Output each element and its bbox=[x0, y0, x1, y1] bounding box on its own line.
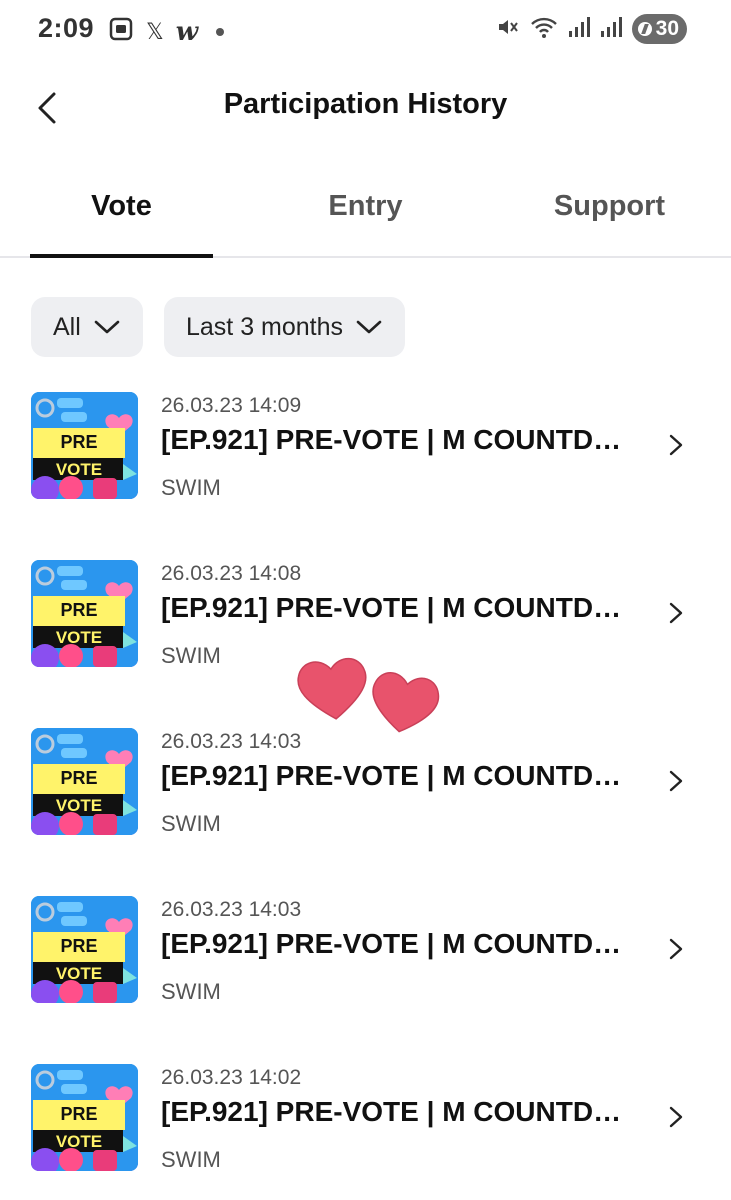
participation-history-screen: 2:09 𝕏 w 30 Participation History Vote E… bbox=[0, 0, 731, 1200]
app-header: Participation History bbox=[0, 62, 731, 152]
x-icon: 𝕏 bbox=[146, 18, 164, 44]
vote-thumbnail: PRE VOTE bbox=[31, 1064, 138, 1171]
item-title: [EP.921] PRE-VOTE | M COUNTDOWN bbox=[161, 760, 641, 791]
period-filter-label: Last 3 months bbox=[186, 312, 344, 341]
mute-icon bbox=[496, 15, 520, 44]
chevron-right-icon bbox=[669, 434, 683, 456]
item-date: 26.03.23 14:08 bbox=[161, 562, 302, 585]
status-system-icons: 30 bbox=[496, 14, 687, 44]
item-artist: SWIM bbox=[161, 811, 221, 836]
item-artist: SWIM bbox=[161, 643, 221, 668]
item-date: 26.03.23 14:09 bbox=[161, 394, 302, 417]
battery-level: 30 bbox=[655, 17, 679, 40]
item-title: [EP.921] PRE-VOTE | M COUNTDOWN bbox=[161, 424, 641, 455]
vote-thumbnail: PRE VOTE bbox=[31, 728, 138, 835]
type-filter-dropdown[interactable]: All bbox=[31, 297, 143, 357]
thumb-text-vote: VOTE bbox=[56, 964, 102, 983]
item-title: [EP.921] PRE-VOTE | M COUNTDOWN bbox=[161, 592, 641, 623]
chevron-right-icon bbox=[669, 938, 683, 960]
chevron-down-icon bbox=[356, 320, 382, 334]
thumb-text-pre: PRE bbox=[60, 936, 97, 956]
list-item[interactable]: PRE VOTE 26.03.23 14:09 [EP.921] PRE-VOT… bbox=[0, 392, 731, 502]
list-item[interactable]: PRE VOTE 26.03.23 14:03 [EP.921] PRE-VOT… bbox=[0, 896, 731, 1006]
status-bar: 2:09 𝕏 w 30 bbox=[0, 0, 731, 60]
item-date: 26.03.23 14:03 bbox=[161, 730, 302, 753]
tab-entry[interactable]: Entry bbox=[263, 190, 468, 256]
vote-thumbnail: PRE VOTE bbox=[31, 392, 138, 499]
active-tab-indicator bbox=[30, 254, 213, 258]
status-notification-icons: 𝕏 w bbox=[108, 16, 225, 47]
vote-thumbnail: PRE VOTE bbox=[31, 560, 138, 667]
item-artist: SWIM bbox=[161, 979, 221, 1004]
tab-support[interactable]: Support bbox=[508, 190, 711, 256]
page-title: Participation History bbox=[223, 88, 508, 120]
item-title: [EP.921] PRE-VOTE | M COUNTDOWN bbox=[161, 928, 641, 959]
status-time: 2:09 bbox=[38, 13, 95, 43]
thumb-text-pre: PRE bbox=[60, 1104, 97, 1124]
tab-vote[interactable]: Vote bbox=[30, 190, 213, 256]
thumb-text-vote: VOTE bbox=[56, 796, 102, 815]
heart-sticker-icon bbox=[297, 657, 367, 720]
list-item[interactable]: PRE VOTE 26.03.23 14:02 [EP.921] PRE-VOT… bbox=[0, 1064, 731, 1174]
item-artist: SWIM bbox=[161, 1147, 221, 1172]
item-title: [EP.921] PRE-VOTE | M COUNTDOWN bbox=[161, 1096, 641, 1127]
thumb-text-pre: PRE bbox=[60, 432, 97, 452]
chevron-right-icon bbox=[669, 770, 683, 792]
thumb-text-pre: PRE bbox=[60, 600, 97, 620]
item-date: 26.03.23 14:03 bbox=[161, 898, 302, 921]
battery-indicator: 30 bbox=[631, 14, 687, 44]
heart-sticker-icon bbox=[372, 671, 440, 733]
thumb-text-vote: VOTE bbox=[56, 628, 102, 647]
w-logo-icon: w bbox=[175, 16, 199, 47]
signal-icon-2 bbox=[600, 16, 622, 43]
thumb-text-vote: VOTE bbox=[56, 1132, 102, 1151]
tab-bar: Vote Entry Support bbox=[0, 172, 731, 258]
charging-icon bbox=[637, 22, 652, 36]
chevron-right-icon bbox=[669, 602, 683, 624]
item-artist: SWIM bbox=[161, 475, 221, 500]
screenshot-icon bbox=[108, 16, 134, 47]
chevron-down-icon bbox=[94, 320, 120, 334]
dot-icon bbox=[216, 27, 225, 36]
list-item[interactable]: PRE VOTE 26.03.23 14:08 [EP.921] PRE-VOT… bbox=[0, 560, 731, 670]
type-filter-label: All bbox=[53, 312, 81, 341]
vote-thumbnail: PRE VOTE bbox=[31, 896, 138, 1003]
list-item[interactable]: PRE VOTE 26.03.23 14:03 [EP.921] PRE-VOT… bbox=[0, 728, 731, 838]
signal-icon bbox=[568, 16, 590, 43]
thumb-text-pre: PRE bbox=[60, 768, 97, 788]
thumb-text-vote: VOTE bbox=[56, 460, 102, 479]
item-date: 26.03.23 14:02 bbox=[161, 1066, 302, 1089]
wifi-icon bbox=[530, 15, 558, 44]
period-filter-dropdown[interactable]: Last 3 months bbox=[164, 297, 406, 357]
chevron-right-icon bbox=[669, 1106, 683, 1128]
